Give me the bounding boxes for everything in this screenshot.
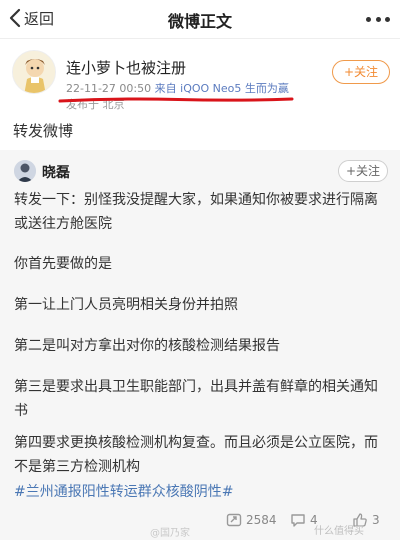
quoted-paragraph: 你首先要做的是 — [14, 256, 112, 272]
more-dot-icon — [375, 16, 381, 22]
quoted-paragraph: 第一让上门人员亮明相关身份并拍照 — [14, 297, 238, 313]
follow-button[interactable]: +关注 — [332, 60, 390, 84]
post-source[interactable]: 来自 iQOO Neo5 生而为赢 — [155, 82, 289, 95]
author-name[interactable]: 连小萝卜也被注册 — [66, 57, 186, 78]
quoted-post[interactable]: 晓磊 +关注 转发一下：别怪我没提醒大家，如果通知你被要求进行隔离或送往方舱医院… — [0, 150, 400, 540]
nav-divider — [0, 38, 400, 39]
quoted-paragraph: 第四要求更换核酸检测机构复查。而且必须是公立医院，而不是第三方检测机构 — [14, 435, 378, 475]
quoted-paragraph: 转发一下：别怪我没提醒大家，如果通知你被要求进行隔离或送往方舱医院 — [14, 192, 378, 232]
top-nav-bar: 返回 微博正文 — [0, 0, 400, 38]
topic-hashtag-link[interactable]: #兰州通报阳性转运群众核酸阴性# — [14, 480, 390, 504]
repost-text: 转发微博 — [13, 122, 74, 140]
quoted-paragraph: 第三是要求出具卫生职能部门，出具并盖有鲜章的相关通知书 — [14, 379, 378, 419]
red-underline-annotation — [58, 97, 294, 103]
quoted-author-avatar[interactable] — [14, 160, 36, 182]
quoted-stats-bar: @国乃家 2584 4 3 什么值得买 — [0, 507, 400, 540]
quoted-paragraph: 第二是叫对方拿出对你的核酸检测结果报告 — [14, 338, 280, 354]
post-meta: 22-11-27 00:50 来自 iQOO Neo5 生而为赢 — [66, 80, 289, 96]
watermark-right: 什么值得买 — [314, 526, 364, 537]
author-avatar[interactable] — [12, 50, 56, 94]
more-dot-icon — [385, 16, 390, 22]
quoted-author-name[interactable]: 晓磊 — [42, 162, 70, 182]
repost-count-button[interactable]: 2584 — [226, 513, 277, 527]
cartoon-avatar-icon — [13, 51, 55, 93]
more-options-button[interactable] — [366, 9, 390, 29]
repost-icon — [226, 513, 242, 527]
more-dot-icon — [366, 16, 371, 22]
repost-count: 2584 — [246, 513, 277, 527]
post-timestamp: 22-11-27 00:50 — [66, 82, 152, 95]
person-avatar-icon — [14, 160, 36, 182]
watermark-left: @国乃家 — [150, 528, 190, 539]
quoted-follow-button[interactable]: +关注 — [338, 160, 388, 182]
like-count: 3 — [372, 513, 380, 527]
comment-icon — [291, 514, 305, 527]
page-title: 微博正文 — [167, 12, 232, 31]
